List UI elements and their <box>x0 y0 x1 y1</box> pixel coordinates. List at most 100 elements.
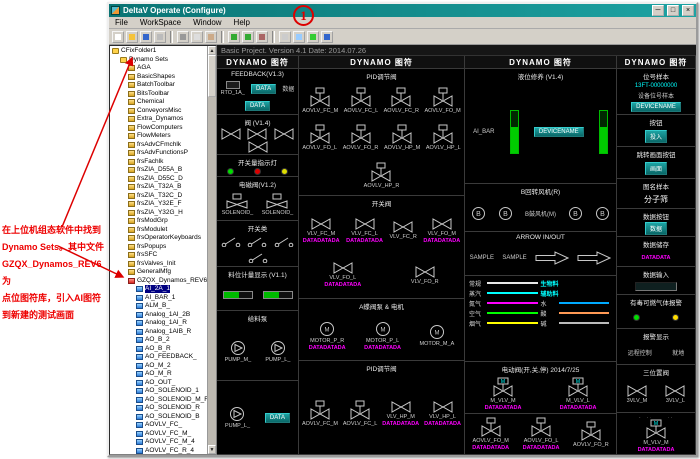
solenoid-valve-symbol[interactable]: SOLENOID_ <box>262 193 293 216</box>
menu-file[interactable]: File <box>109 18 134 27</box>
control-valve-symbol[interactable]: AOVLV_FO_MDATADATADA <box>472 417 509 451</box>
control-valve-symbol[interactable]: AOVLV_FO_L <box>302 124 337 151</box>
control-valve-symbol[interactable]: AOVLV_FC_L <box>343 400 377 427</box>
valve-symbol[interactable]: 3VLV_L <box>665 385 685 404</box>
tree-item[interactable]: frsValves_Init <box>110 260 207 269</box>
label-text[interactable]: 分子筛 <box>644 194 668 205</box>
blower-symbol[interactable]: B <box>498 206 513 221</box>
teal-button[interactable]: DEVICENAME <box>631 102 681 112</box>
label-text[interactable]: AI_BAR <box>473 129 494 135</box>
teal-button[interactable]: DATA <box>245 101 270 111</box>
tree-item[interactable]: frsZIA_Y32E_F <box>110 200 207 209</box>
pump-symbol[interactable]: PUMP_L_ <box>265 340 290 363</box>
valve-symbol[interactable]: VLV_FO_R <box>411 266 439 285</box>
level-bar-symbol[interactable] <box>510 110 519 154</box>
label-text[interactable]: 远程控制 <box>628 348 652 357</box>
indicator-lamp-icon[interactable] <box>227 168 234 175</box>
valve-symbol[interactable] <box>221 128 241 140</box>
label-text[interactable]: 设备位号样本 <box>638 91 674 100</box>
tree-item[interactable]: GeneralMfg <box>110 268 207 277</box>
tree-item[interactable]: AGA <box>110 64 207 73</box>
teal-button[interactable]: DEVICENAME <box>534 127 584 137</box>
valve-symbol[interactable]: VLV_HP_MDATADATADA <box>382 401 419 427</box>
menu-help[interactable]: Help <box>228 18 256 27</box>
switch-symbol[interactable] <box>221 237 241 247</box>
scroll-up-icon[interactable]: ▲ <box>208 46 216 55</box>
tree-item[interactable]: frsZIA_Y32G_H <box>110 209 207 218</box>
tree-item[interactable]: Analog_1AI_2B <box>110 311 207 320</box>
tree-item[interactable]: frsSFC <box>110 251 207 260</box>
paste-icon[interactable] <box>205 31 217 43</box>
level-bar-symbol[interactable] <box>599 110 608 154</box>
tree-item[interactable]: frsZIA_D55C_D <box>110 175 207 184</box>
tree-item[interactable]: Extra_Dynamos <box>110 115 207 124</box>
tree-item[interactable]: FlowComputers <box>110 124 207 133</box>
indicator-lamp-icon[interactable] <box>633 314 640 321</box>
tree-item[interactable]: frsZIA_T32A_B <box>110 183 207 192</box>
new-icon[interactable] <box>112 31 124 43</box>
teal-button[interactable]: 投入 <box>645 130 667 143</box>
data-text[interactable]: DATADATA <box>642 255 671 261</box>
meter-symbol[interactable] <box>263 291 293 299</box>
valve-symbol[interactable]: 3VLV_M <box>627 385 648 404</box>
maximize-button[interactable]: □ <box>667 5 679 16</box>
control-valve-symbol[interactable]: AOVLV_FC_M <box>302 87 338 114</box>
menu-window[interactable]: Window <box>187 18 227 27</box>
tree-item[interactable]: AO_B_R <box>110 345 207 354</box>
label-text[interactable]: 数据 <box>282 84 294 93</box>
motor-symbol[interactable]: MMOTOR_M_A <box>420 324 455 347</box>
label-text[interactable]: SAMPLE <box>470 255 494 261</box>
blower-symbol[interactable]: B <box>471 206 486 221</box>
tree-item[interactable]: frsOperatorKeyboards <box>110 234 207 243</box>
tree-item[interactable]: GZQX_Dynamos_REV6 <box>110 277 207 286</box>
meter-symbol[interactable] <box>223 291 253 299</box>
valve-symbol[interactable] <box>248 141 268 153</box>
tree-item[interactable]: frsFachlk <box>110 158 207 167</box>
zoom-icon[interactable] <box>293 31 305 43</box>
tree-item[interactable]: CFixFolder1 <box>110 47 207 56</box>
tree-item[interactable]: FlowMeters <box>110 132 207 141</box>
tree-item[interactable]: AOVLV_FC_R_4 <box>110 447 207 455</box>
control-valve-symbol[interactable]: AOVLV_FO_LDATADATADA <box>523 417 560 451</box>
tree-item[interactable]: frsAdvCFmchlk <box>110 141 207 150</box>
tree-item[interactable]: AO_FEEDBACK_ <box>110 353 207 362</box>
minimize-button[interactable]: ─ <box>652 5 664 16</box>
toolbox-icon[interactable] <box>256 31 268 43</box>
grid-icon[interactable] <box>279 31 291 43</box>
tree-item[interactable]: BitsToolbar <box>110 90 207 99</box>
tree-item[interactable]: frsAdvFunctionsP <box>110 149 207 158</box>
tree-item[interactable]: Analog_1AI_R <box>110 319 207 328</box>
flow-arrow-symbol[interactable] <box>535 251 569 265</box>
tree-item[interactable]: frsModGrp <box>110 217 207 226</box>
tree-item[interactable]: frsPopups <box>110 243 207 252</box>
pump-symbol[interactable]: PUMP_L_ <box>225 406 250 429</box>
teal-button[interactable]: DATA <box>265 413 290 423</box>
motor-symbol[interactable]: MMOTOR_P_RDATADATADA <box>309 321 346 351</box>
undo-icon[interactable] <box>228 31 240 43</box>
label-text[interactable]: 13FT-00000000 <box>635 83 677 89</box>
tree-item[interactable]: AO_SOLENOID_B <box>110 413 207 422</box>
tree-item[interactable]: AOVLV_FC_M_4 <box>110 438 207 447</box>
teal-button[interactable]: 数据 <box>645 222 667 235</box>
control-valve-symbol[interactable]: AOVLV_FC_M <box>302 400 338 427</box>
run-icon[interactable] <box>307 31 319 43</box>
blower-symbol[interactable]: B <box>595 206 610 221</box>
indicator-lamp-icon[interactable] <box>281 168 288 175</box>
tree-item[interactable]: AO_SOLENOID_1 <box>110 387 207 396</box>
tree-item[interactable]: frsZIA_T32C_D <box>110 192 207 201</box>
tree-item[interactable]: AI_2A_1 <box>110 285 207 294</box>
switch-symbol[interactable] <box>248 253 268 263</box>
label-text[interactable]: 就地 <box>672 348 684 357</box>
switch-symbol[interactable] <box>274 237 294 247</box>
tree-item[interactable]: ALM_B_ <box>110 302 207 311</box>
tree-item[interactable]: AI_BAR_1 <box>110 294 207 303</box>
block-chip-symbol[interactable]: RTO_1A_ <box>221 81 245 96</box>
control-valve-symbol[interactable]: AOVLV_FO_R <box>573 421 609 448</box>
tree-item[interactable]: BasicShapes <box>110 73 207 82</box>
copy-icon[interactable] <box>191 31 203 43</box>
control-valve-symbol[interactable]: AOVLV_HP_M <box>384 124 420 151</box>
control-valve-symbol[interactable]: AOVLV_FC_L <box>344 87 378 114</box>
close-button[interactable]: × <box>682 5 694 16</box>
label-text[interactable]: SAMPLE <box>502 255 526 261</box>
help-icon[interactable] <box>321 31 333 43</box>
